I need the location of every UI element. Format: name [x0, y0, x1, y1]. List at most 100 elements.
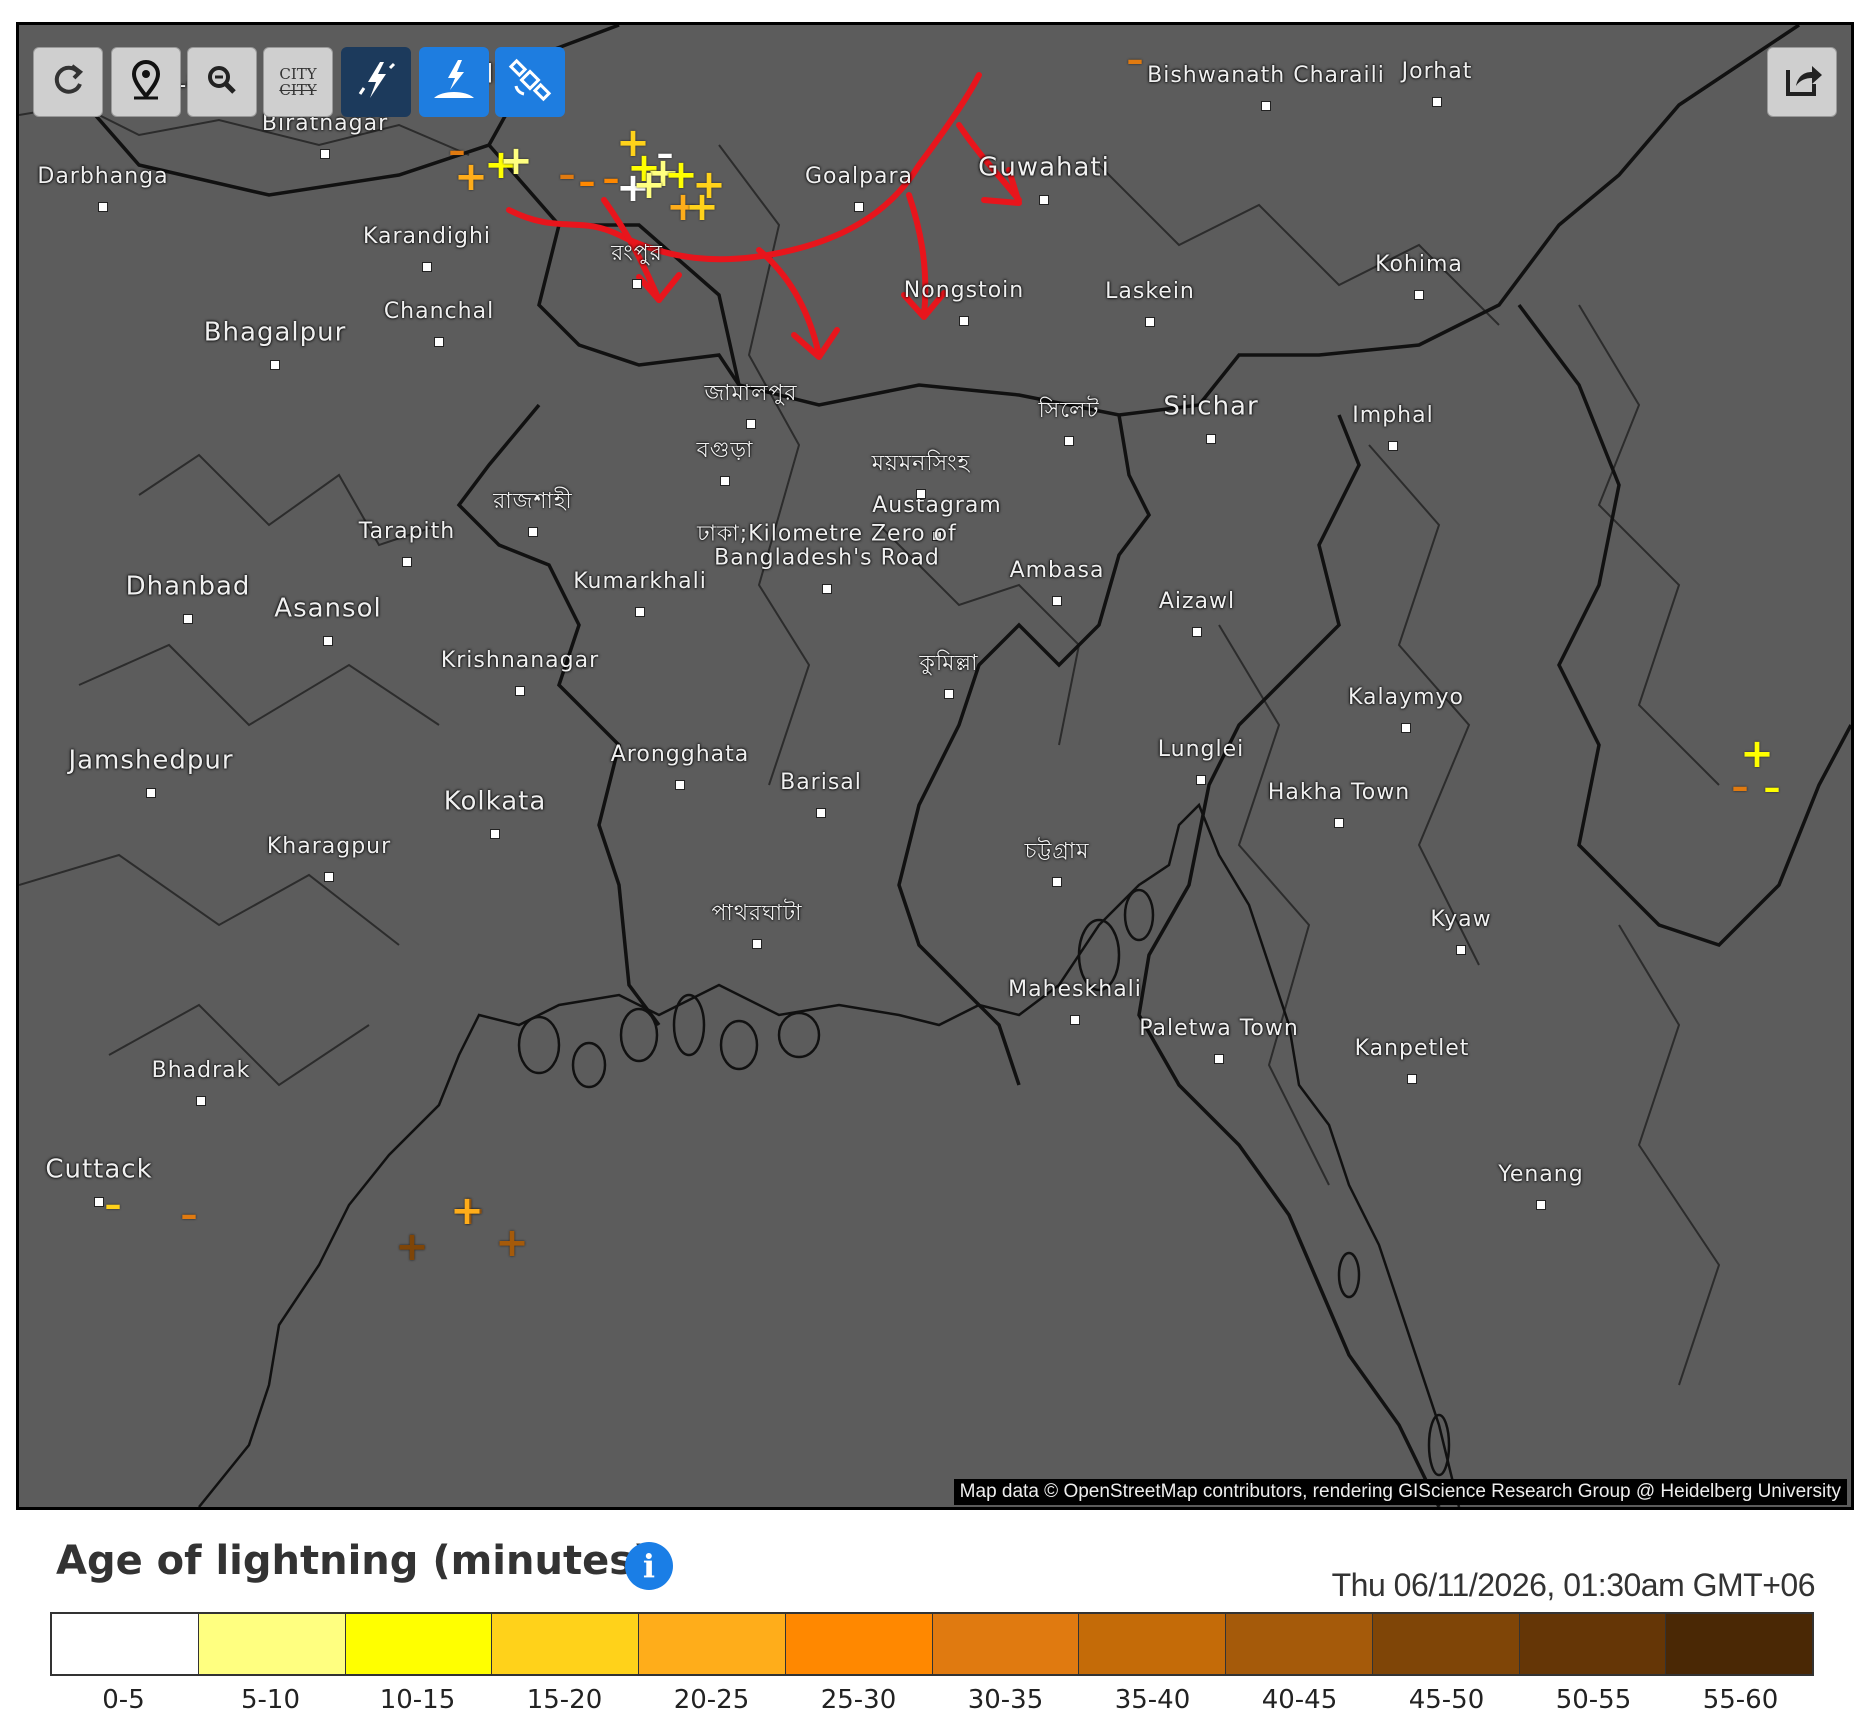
- share-button[interactable]: [1767, 47, 1837, 117]
- city-marker[interactable]: [1064, 436, 1074, 446]
- positive-strike-marker[interactable]: +: [685, 187, 719, 227]
- city-marker[interactable]: [196, 1096, 206, 1106]
- map-canvas[interactable]: LahanSiliguriBiratnagarDarbhangaKarandig…: [16, 22, 1854, 1510]
- positive-strike-marker[interactable]: +: [395, 1227, 429, 1267]
- negative-strike-marker[interactable]: –: [181, 1198, 198, 1232]
- city-marker[interactable]: [515, 686, 525, 696]
- city-marker[interactable]: [434, 337, 444, 347]
- city-marker[interactable]: [1456, 945, 1466, 955]
- district-boundaries: [19, 103, 1721, 1386]
- city-marker[interactable]: [1432, 97, 1442, 107]
- city-marker[interactable]: [1145, 317, 1155, 327]
- city-marker[interactable]: [490, 829, 500, 839]
- city-marker[interactable]: [1401, 723, 1411, 733]
- info-icon[interactable]: i: [625, 1542, 673, 1590]
- city-marker[interactable]: [402, 557, 412, 567]
- refresh-button[interactable]: [33, 47, 103, 117]
- city-marker[interactable]: [98, 202, 108, 212]
- lightning-icon: [354, 58, 398, 106]
- city-marker[interactable]: [854, 202, 864, 212]
- zoom-out-button[interactable]: [187, 47, 257, 117]
- city-label: Kanpetlet: [1354, 1035, 1470, 1061]
- negative-strike-marker[interactable]: –: [579, 165, 596, 199]
- city-label: চট্টগ্রাম: [1024, 838, 1090, 864]
- city-marker[interactable]: [746, 419, 756, 429]
- city-label: Maheskhali: [1008, 976, 1142, 1002]
- city-marker[interactable]: [528, 527, 538, 537]
- negative-strike-marker[interactable]: –: [1127, 43, 1144, 77]
- city-marker[interactable]: [1334, 818, 1344, 828]
- city-marker[interactable]: [816, 808, 826, 818]
- lightning-layer-toggle[interactable]: [341, 47, 411, 117]
- age-swatch: [345, 1614, 493, 1674]
- city-marker[interactable]: [944, 689, 954, 699]
- city-marker[interactable]: [1039, 195, 1049, 205]
- city-marker[interactable]: [320, 149, 330, 159]
- city-label: Imphal: [1352, 402, 1434, 428]
- age-bin-label: 55-60: [1702, 1685, 1779, 1715]
- location-button[interactable]: [111, 47, 181, 117]
- city-marker[interactable]: [1214, 1054, 1224, 1064]
- city-label: Jamshedpur: [68, 745, 234, 776]
- age-scale-labels: 0-5 5-10 10-15 15-20 20-25 25-30 30-35 35-40 40-…: [50, 1685, 1814, 1715]
- negative-strike-marker[interactable]: –: [105, 1188, 122, 1222]
- city-marker[interactable]: [1196, 775, 1206, 785]
- negative-strike-marker[interactable]: –: [1764, 771, 1781, 805]
- city-marker[interactable]: [1070, 1015, 1080, 1025]
- city-marker[interactable]: [1261, 101, 1271, 111]
- positive-strike-marker[interactable]: +: [450, 1191, 484, 1231]
- city-marker[interactable]: [323, 636, 333, 646]
- city-marker[interactable]: [916, 489, 926, 499]
- city-label: Darbhanga: [37, 163, 169, 189]
- city-marker[interactable]: [632, 279, 642, 289]
- city-marker[interactable]: [675, 780, 685, 790]
- city-label: Kohima: [1375, 251, 1463, 277]
- share-icon: [1780, 58, 1824, 106]
- city-labels-toggle[interactable]: CITY CITY: [263, 47, 333, 117]
- negative-strike-marker[interactable]: –: [559, 158, 576, 192]
- city-marker[interactable]: [752, 939, 762, 949]
- city-label: Dhanbad: [125, 571, 251, 602]
- city-marker[interactable]: [1206, 434, 1216, 444]
- timestamp: Thu 06/11/2026, 01:30am GMT+06: [1331, 1567, 1816, 1603]
- city-marker[interactable]: [1052, 596, 1062, 606]
- positive-strike-marker[interactable]: +: [495, 1223, 529, 1263]
- age-color-scale: [50, 1612, 1814, 1676]
- city-marker[interactable]: [1192, 627, 1202, 637]
- positive-strike-marker[interactable]: +: [499, 141, 533, 181]
- city-marker[interactable]: [146, 788, 156, 798]
- city-marker[interactable]: [1414, 290, 1424, 300]
- city-label: Lunglei: [1157, 736, 1245, 762]
- city-marker[interactable]: [183, 614, 193, 624]
- city-marker[interactable]: [324, 872, 334, 882]
- city-marker[interactable]: [1052, 877, 1062, 887]
- zoom-out-icon: [202, 60, 242, 104]
- city-marker[interactable]: [959, 316, 969, 326]
- city-label: পাথরঘাটা: [711, 900, 803, 926]
- city-marker[interactable]: [270, 360, 280, 370]
- city-icon: CITY CITY: [279, 66, 316, 98]
- satellite-toggle[interactable]: [495, 47, 565, 117]
- negative-strike-marker[interactable]: –: [603, 162, 620, 196]
- city-label: Karandighi: [362, 223, 492, 249]
- city-marker[interactable]: [1536, 1200, 1546, 1210]
- negative-strike-marker[interactable]: –: [1732, 770, 1749, 804]
- city-label: ঢাকা;Kilometre Zero of Bangladesh's Road: [697, 521, 957, 571]
- age-bin-label: 35-40: [1114, 1685, 1191, 1715]
- city-label: Kalaymyo: [1347, 684, 1465, 710]
- map-attribution[interactable]: Map data © OpenStreetMap contributors, r…: [953, 1479, 1847, 1505]
- city-marker[interactable]: [635, 607, 645, 617]
- positive-strike-marker[interactable]: +: [632, 165, 666, 205]
- age-swatch: [52, 1614, 199, 1674]
- city-marker[interactable]: [422, 262, 432, 272]
- city-marker[interactable]: [720, 476, 730, 486]
- ground-strike-toggle[interactable]: [419, 47, 489, 117]
- city-label: Laskein: [1105, 278, 1195, 304]
- city-marker[interactable]: [94, 1197, 104, 1207]
- map-base-layer: [19, 25, 1851, 1507]
- city-marker[interactable]: [1407, 1074, 1417, 1084]
- city-marker[interactable]: [1388, 441, 1398, 451]
- city-label: Paletwa Town: [1139, 1015, 1299, 1041]
- city-marker[interactable]: [822, 584, 832, 594]
- negative-strike-marker[interactable]: –: [449, 134, 466, 168]
